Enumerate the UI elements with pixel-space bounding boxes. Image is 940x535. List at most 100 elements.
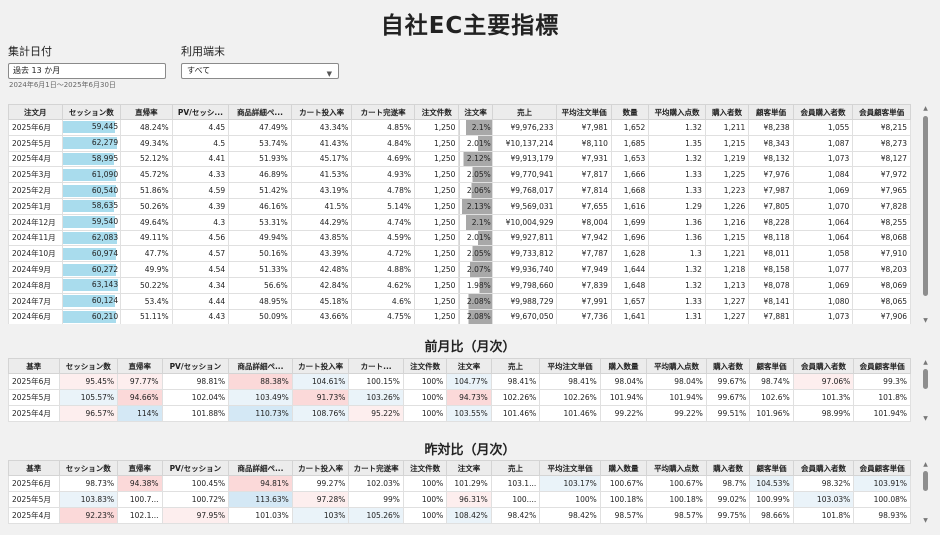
column-header[interactable]: 平均注文単価 [539, 460, 601, 476]
column-header[interactable]: 注文率 [446, 460, 492, 476]
main-table-scrollbar[interactable]: ▲ ▼ [921, 106, 930, 324]
column-header[interactable]: PV/セッション [161, 460, 230, 476]
column-header[interactable]: 数量 [610, 104, 650, 120]
column-header[interactable]: 購入数量 [599, 460, 648, 476]
column-header[interactable]: 会員購入者数 [792, 358, 855, 374]
column-header[interactable]: 注文率 [446, 358, 492, 374]
column-header[interactable]: 顧客単価 [749, 358, 794, 374]
column-header[interactable]: 注文率 [458, 104, 493, 120]
table-cell: 1,641 [610, 308, 650, 324]
table-cell: 46.16% [228, 197, 292, 215]
table-cell: 1,064 [792, 229, 854, 247]
column-header[interactable]: 会員購入者数 [792, 460, 855, 476]
column-header[interactable]: カート完遂率 [351, 104, 415, 120]
table-cell: 1,073 [792, 150, 854, 168]
table-row: 2024年10月 60,974 47.7% 4.57 50.16% 43.39% 4.72%… [8, 245, 911, 263]
scroll-thumb[interactable] [923, 369, 928, 389]
column-header[interactable]: 商品詳細ペ... [228, 460, 293, 476]
column-header[interactable]: 注文件数 [413, 104, 460, 120]
column-header[interactable]: 購入者数 [705, 460, 751, 476]
session-value: 60,540 [91, 185, 119, 195]
column-header[interactable]: 商品詳細ペ... [228, 104, 292, 120]
column-header[interactable]: 注文月 [8, 104, 63, 120]
column-header[interactable]: カート投入率 [291, 460, 350, 476]
device-select[interactable]: すべて ▼ [181, 63, 339, 79]
table-cell: 110.73% [228, 405, 293, 422]
table-cell: ¥7,787 [556, 245, 612, 263]
column-header[interactable]: PV/セッション [161, 358, 230, 374]
table-cell: ¥7,976 [748, 166, 794, 184]
table-cell: 1,628 [610, 245, 650, 263]
column-header[interactable]: 売上 [490, 358, 541, 374]
table-cell: 1,250 [413, 134, 460, 152]
table-cell: 101.8% [853, 389, 911, 406]
column-header[interactable]: 会員顧客単価 [852, 104, 911, 120]
table-cell: ¥7,839 [556, 276, 612, 294]
scroll-down-icon[interactable]: ▼ [921, 416, 930, 422]
column-header[interactable]: 直帰率 [117, 460, 163, 476]
table-row: 2024年8月 63,143 50.22% 4.34 56.6% 42.84% 4.62% 1… [8, 276, 911, 294]
table-cell: 50.22% [120, 276, 173, 294]
table-cell: 1.33 [648, 182, 706, 199]
column-header[interactable]: 売上 [490, 460, 541, 476]
table-cell: 1,250 [413, 213, 460, 231]
column-header[interactable]: PV/セッシ... [171, 104, 230, 120]
column-header[interactable]: 売上 [491, 104, 558, 120]
column-header[interactable]: 平均注文単価 [539, 358, 601, 374]
scroll-up-icon[interactable]: ▲ [921, 106, 930, 112]
scroll-thumb[interactable] [923, 471, 928, 491]
column-header[interactable]: 直帰率 [120, 104, 173, 120]
column-header[interactable]: カート... [348, 358, 404, 374]
column-header[interactable]: 購入数量 [599, 358, 648, 374]
column-header[interactable]: 購入者数 [705, 358, 751, 374]
column-header[interactable]: セッション数 [61, 104, 122, 120]
table-cell: 97.06% [792, 373, 855, 390]
table-cell: 100.08% [853, 491, 911, 508]
table-cell: 1.36 [648, 213, 706, 231]
column-header[interactable]: カート投入率 [290, 104, 353, 120]
table-cell: 1,250 [413, 276, 460, 294]
table-cell: 1,055 [792, 119, 854, 136]
column-header[interactable]: カート投入率 [291, 358, 350, 374]
table-cell: 52.12% [120, 150, 173, 168]
column-header[interactable]: セッション数 [58, 460, 119, 476]
column-header[interactable]: 購入者数 [704, 104, 750, 120]
table-cell: 97.95% [161, 507, 230, 524]
yoy-table-scrollbar[interactable]: ▲ ▼ [921, 462, 930, 524]
scroll-down-icon[interactable]: ▼ [921, 518, 930, 524]
table-cell: 1,087 [792, 134, 854, 152]
column-header[interactable]: 平均購入点数 [646, 460, 707, 476]
column-header[interactable]: セッション数 [58, 358, 119, 374]
column-header[interactable]: 会員購入者数 [792, 104, 854, 120]
table-cell: 53.74% [228, 134, 292, 152]
column-header[interactable]: 商品詳細ペ... [228, 358, 293, 374]
table-cell: ¥7,987 [748, 182, 794, 199]
table-cell: 49.94% [228, 229, 292, 247]
column-header[interactable]: 顧客単価 [748, 104, 794, 120]
date-range-input[interactable]: 過去 13 か月 [8, 63, 166, 79]
table-cell: 101.29% [446, 475, 492, 492]
column-header[interactable]: 注文件数 [402, 358, 448, 374]
column-header[interactable]: 会員顧客単価 [853, 460, 911, 476]
column-header[interactable]: 平均注文単価 [556, 104, 612, 120]
column-header[interactable]: 注文件数 [402, 460, 448, 476]
column-header[interactable]: カート完遂率 [348, 460, 404, 476]
scroll-thumb[interactable] [923, 116, 928, 296]
scroll-up-icon[interactable]: ▲ [921, 360, 930, 366]
column-header[interactable]: 基準 [8, 460, 60, 476]
scroll-up-icon[interactable]: ▲ [921, 462, 930, 468]
scroll-down-icon[interactable]: ▼ [921, 318, 930, 324]
column-header[interactable]: 平均購入点数 [646, 358, 707, 374]
column-header[interactable]: 直帰率 [117, 358, 163, 374]
column-header[interactable]: 基準 [8, 358, 60, 374]
table-cell: ¥9,569,031 [491, 197, 558, 215]
mom-table-scrollbar[interactable]: ▲ ▼ [921, 360, 930, 422]
table-cell: 2.01% [458, 229, 493, 247]
column-header[interactable]: 顧客単価 [749, 460, 794, 476]
column-header[interactable]: 会員顧客単価 [853, 358, 911, 374]
column-header[interactable]: 平均購入点数 [648, 104, 706, 120]
table-cell: 1,226 [704, 197, 750, 215]
table-row: 2025年1月 58,635 50.26% 4.39 46.16% 41.5% 5.14% 1… [8, 197, 911, 215]
table-cell: ¥8,068 [852, 229, 911, 247]
table-cell: 95.22% [348, 405, 404, 422]
